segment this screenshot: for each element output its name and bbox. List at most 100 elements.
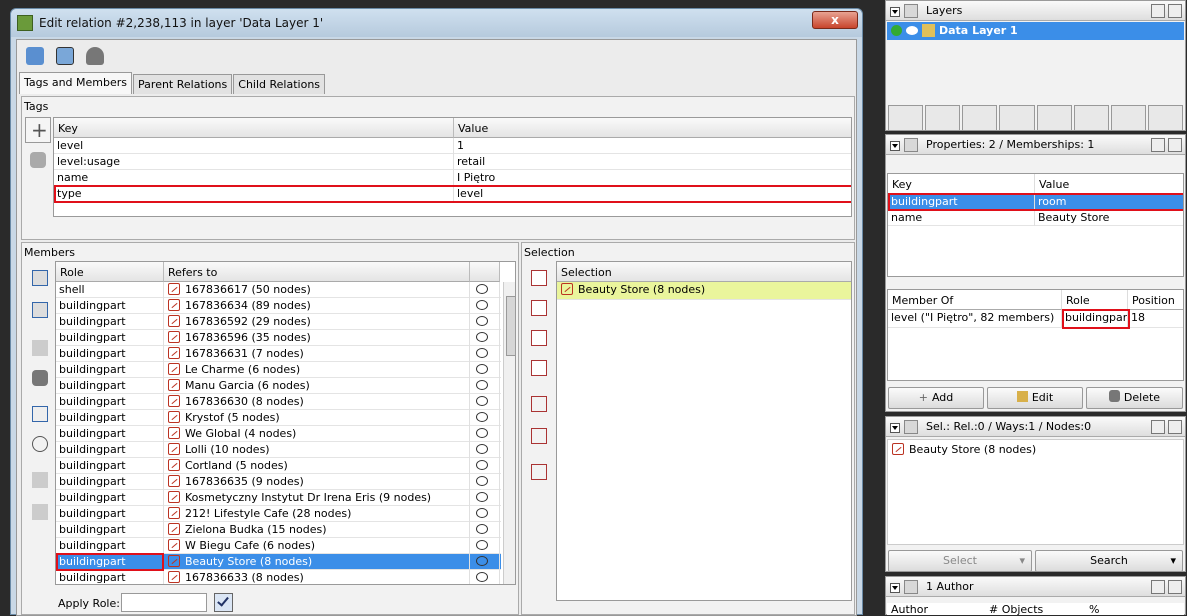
collapse-icon[interactable]	[890, 583, 900, 593]
tab-child-relations[interactable]: Child Relations	[233, 74, 326, 94]
table-row[interactable]: buildingpart 212! Lifestyle Cafe (28 node…	[56, 506, 501, 522]
member-link-cell[interactable]	[470, 314, 500, 330]
refers-header[interactable]: Refers to	[164, 262, 470, 282]
objects-col[interactable]: # Objects	[989, 603, 1043, 616]
table-row[interactable]: buildingpart W Biegu Cafe (6 nodes)	[56, 538, 501, 554]
member-ref[interactable]: 167836633 (8 nodes)	[164, 570, 470, 584]
sort-button[interactable]	[27, 401, 53, 427]
add-selection-bottom-button[interactable]	[526, 355, 552, 381]
tag-value[interactable]: 1	[454, 138, 851, 154]
layer-item[interactable]: Data Layer 1	[887, 22, 1184, 40]
selection-row[interactable]: Beauty Store (8 nodes)	[557, 282, 851, 300]
visibility-button[interactable]	[999, 105, 1035, 131]
title-bar[interactable]: Edit relation #2,238,113 in layer 'Data …	[11, 9, 862, 37]
selection-list[interactable]: Beauty Store (8 nodes)	[887, 439, 1184, 545]
member-link-cell[interactable]	[470, 282, 500, 298]
table-row[interactable]: buildingpart 167836631 (7 nodes)	[56, 346, 501, 362]
move-up-button[interactable]	[27, 265, 53, 291]
add-selection-before-button[interactable]	[526, 295, 552, 321]
members-table[interactable]: Role Refers to shell 167836617 (50 nodes)…	[55, 261, 516, 585]
table-row[interactable]	[54, 202, 851, 216]
member-ref[interactable]: 167836596 (35 nodes)	[164, 330, 470, 346]
delete-tag-button[interactable]	[25, 147, 51, 173]
opacity-button[interactable]	[1036, 105, 1072, 131]
collapse-icon[interactable]	[890, 141, 900, 151]
close-panel-icon[interactable]	[1168, 420, 1182, 434]
download-button[interactable]	[1073, 105, 1109, 131]
member-role[interactable]: buildingpart	[56, 314, 164, 330]
tab-parent-relations[interactable]: Parent Relations	[133, 74, 233, 94]
collapse-icon[interactable]	[890, 7, 900, 17]
table-row[interactable]: level:usage retail	[54, 154, 851, 170]
add-selection-top-button[interactable]	[526, 265, 552, 291]
member-link-cell[interactable]	[470, 490, 500, 506]
member-ref[interactable]: W Biegu Cafe (6 nodes)	[164, 538, 470, 554]
member-role[interactable]: buildingpart	[56, 426, 164, 442]
role-header[interactable]: Role	[1062, 290, 1128, 310]
remove-member-button[interactable]	[27, 365, 53, 391]
scroll-thumb[interactable]	[506, 296, 515, 356]
selection-list-item[interactable]: Beauty Store (8 nodes)	[909, 443, 1036, 456]
member-link-cell[interactable]	[470, 474, 500, 490]
position-cell[interactable]: 18	[1128, 310, 1183, 328]
apply-role-check-button[interactable]	[214, 593, 233, 612]
member-ref[interactable]: Zielona Budka (15 nodes)	[164, 522, 470, 538]
table-row[interactable]: buildingpart 167836592 (29 nodes)	[56, 314, 501, 330]
member-ref[interactable]: 167836634 (89 nodes)	[164, 298, 470, 314]
member-role[interactable]: buildingpart	[56, 506, 164, 522]
detach-icon[interactable]	[1151, 580, 1165, 594]
eye-icon[interactable]	[906, 26, 918, 35]
member-ref[interactable]: Kosmetyczny Instytut Dr Irena Eris (9 no…	[164, 490, 470, 506]
detach-icon[interactable]	[1151, 4, 1165, 18]
close-panel-icon[interactable]	[1168, 4, 1182, 18]
table-row[interactable]: buildingpart 167836633 (8 nodes)	[56, 570, 501, 584]
tab-tags-members[interactable]: Tags and Members	[19, 72, 133, 94]
table-row[interactable]: buildingpart Lolli (10 nodes)	[56, 442, 501, 458]
member-link-cell[interactable]	[470, 394, 500, 410]
member-link-cell[interactable]	[470, 538, 500, 554]
selection-item[interactable]: Beauty Store (8 nodes)	[557, 282, 851, 300]
remove-selected-button[interactable]	[526, 423, 552, 449]
member-role[interactable]: buildingpart	[56, 442, 164, 458]
member-ref[interactable]: Beauty Store (8 nodes)	[164, 554, 470, 570]
sort-selection-button[interactable]	[526, 459, 552, 485]
member-ref[interactable]: 212! Lifestyle Cafe (28 nodes)	[164, 506, 470, 522]
tag-key[interactable]: name	[54, 170, 454, 186]
member-role[interactable]: buildingpart	[56, 538, 164, 554]
member-link-cell[interactable]	[470, 458, 500, 474]
member-ref[interactable]: 167836630 (8 nodes)	[164, 394, 470, 410]
apply-role-input[interactable]	[121, 593, 207, 612]
close-panel-icon[interactable]	[1168, 580, 1182, 594]
table-row[interactable]: buildingpart 167836596 (35 nodes)	[56, 330, 501, 346]
table-row[interactable]: buildingpart 167836634 (89 nodes)	[56, 298, 501, 314]
percent-col[interactable]: %	[1089, 603, 1099, 616]
tags-key-header[interactable]: Key	[54, 118, 454, 138]
member-link-cell[interactable]	[470, 410, 500, 426]
member-role[interactable]: buildingpart	[56, 298, 164, 314]
member-ref[interactable]: Krystof (5 nodes)	[164, 410, 470, 426]
member-link-cell[interactable]	[470, 522, 500, 538]
member-link-cell[interactable]	[470, 506, 500, 522]
table-row[interactable]: buildingpart Zielona Budka (15 nodes)	[56, 522, 501, 538]
prop-value[interactable]: Beauty Store	[1035, 210, 1183, 226]
member-ref[interactable]: 167836592 (29 nodes)	[164, 314, 470, 330]
delete-relation-button[interactable]	[81, 42, 107, 68]
member-link-cell[interactable]	[470, 378, 500, 394]
table-row[interactable]: level ("I Piętro", 82 members) buildingp…	[888, 310, 1183, 328]
member-role[interactable]: buildingpart	[56, 458, 164, 474]
member-role[interactable]: buildingpart	[56, 394, 164, 410]
member-link-cell[interactable]	[470, 346, 500, 362]
selection-table[interactable]: Selection Beauty Store (8 nodes)	[556, 261, 852, 601]
tag-key[interactable]: level	[54, 138, 454, 154]
props-value-header[interactable]: Value	[1035, 174, 1183, 194]
member-role[interactable]: buildingpart	[56, 474, 164, 490]
member-role[interactable]: buildingpart	[56, 378, 164, 394]
member-role[interactable]: buildingpart	[56, 490, 164, 506]
table-row[interactable]: buildingpart Manu Garcia (6 nodes)	[56, 378, 501, 394]
member-ref[interactable]: 167836631 (7 nodes)	[164, 346, 470, 362]
move-down-button[interactable]	[27, 297, 53, 323]
detach-icon[interactable]	[1151, 138, 1165, 152]
table-row[interactable]: name I Piętro	[54, 170, 851, 186]
move-up-button[interactable]	[888, 105, 924, 131]
delete-layer-button[interactable]	[1147, 105, 1183, 131]
